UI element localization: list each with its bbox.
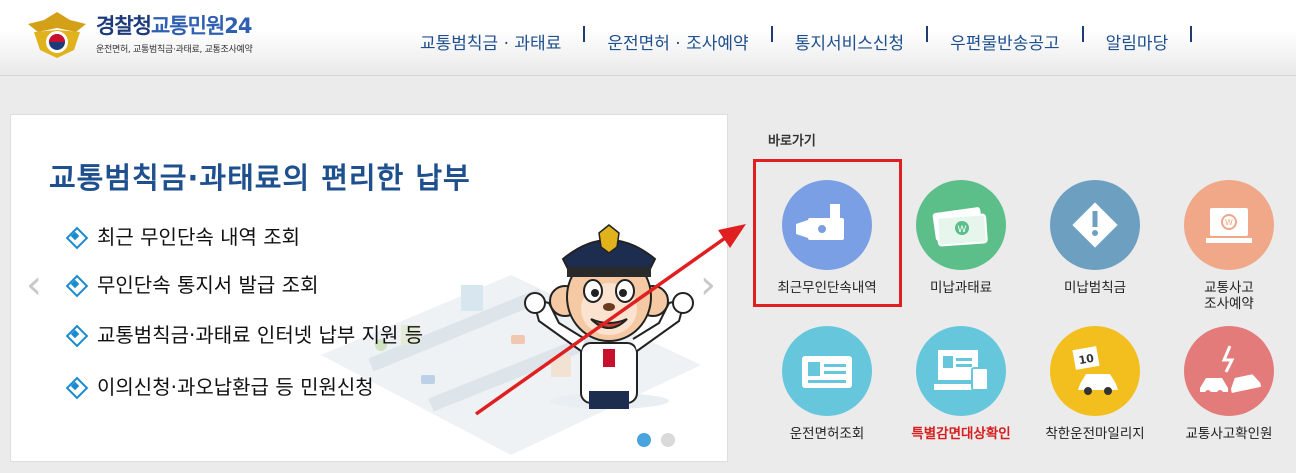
police-mascot-illustration bbox=[524, 224, 694, 409]
crash-icon bbox=[1184, 326, 1274, 416]
banner-bullet: 이의신청·과오납환급 등 민원신청 bbox=[67, 371, 374, 400]
quick-tile-special-reduction[interactable]: 특별감면대상확인 bbox=[902, 312, 1020, 442]
logo-title: 경찰청교통민원24 bbox=[96, 10, 253, 40]
banner-title: 교통범칙금·과태료의 편리한 납부 bbox=[49, 161, 471, 195]
banner-bullet: 교통범칙금·과태료 인터넷 납부 지원 등 bbox=[67, 319, 423, 348]
nav-divider bbox=[1190, 26, 1193, 42]
bullet-text: 무인단속 통지서 발급 조회 bbox=[97, 273, 319, 297]
diamond-bullet-icon bbox=[67, 378, 83, 394]
banner-bullet: 무인단속 통지서 발급 조회 bbox=[67, 269, 318, 298]
quick-tile-label: 운전면허조회 bbox=[789, 426, 865, 442]
diamond-bullet-icon bbox=[67, 228, 83, 244]
quick-tile-unpaid-fine[interactable]: W 미납과태료 bbox=[902, 166, 1020, 296]
quick-tile-label: 교통사고확인원 bbox=[1185, 426, 1273, 442]
site-logo[interactable]: 경찰청교통민원24 운전면허, 교통범칙금·과태료, 교통조사예약 bbox=[24, 6, 324, 62]
quick-tile-label: 착한운전마일리지 bbox=[1045, 426, 1145, 442]
logo-subtitle: 운전면허, 교통범칙금·과태료, 교통조사예약 bbox=[96, 45, 253, 55]
main-nav: 교통범칙금 · 과태료 운전면허 · 조사예약 통지서비스신청 우편물반송공고 … bbox=[410, 22, 1204, 54]
quick-tile-unpaid-penalty[interactable]: 미납범칙금 bbox=[1036, 166, 1154, 296]
license-card-icon bbox=[782, 326, 872, 416]
diamond-bullet-icon bbox=[67, 326, 83, 342]
quick-tile-accident-reservation[interactable]: W 교통사고 조사예약 bbox=[1170, 166, 1288, 312]
svg-text:W: W bbox=[1225, 218, 1233, 227]
logo-title-part1: 경찰청 bbox=[96, 14, 152, 38]
slide-dot[interactable] bbox=[661, 433, 675, 447]
svg-text:W: W bbox=[958, 225, 967, 235]
police-emblem-icon bbox=[28, 12, 86, 58]
banner-bullet: 최근 무인단속 내역 조회 bbox=[67, 221, 300, 250]
nav-divider bbox=[583, 26, 586, 42]
nav-divider bbox=[926, 26, 929, 42]
money-icon: W bbox=[916, 180, 1006, 270]
mileage-car-icon: 10 bbox=[1050, 326, 1140, 416]
nav-item-notification[interactable]: 통지서비스신청 bbox=[785, 29, 914, 54]
nav-item-notice[interactable]: 알림마당 bbox=[1096, 29, 1179, 54]
bullet-text: 최근 무인단속 내역 조회 bbox=[97, 225, 301, 249]
main-banner: 교통범칙금·과태료의 편리한 납부 최근 무인단속 내역 조회 무인단속 통지서… bbox=[10, 114, 728, 462]
svg-text:10: 10 bbox=[1078, 352, 1096, 368]
bullet-text: 이의신청·과오납환급 등 민원신청 bbox=[97, 375, 374, 399]
logo-title-part2: 교통민원24 bbox=[150, 14, 253, 38]
computer-icon: W bbox=[1184, 180, 1274, 270]
quick-tile-label: 특별감면대상확인 bbox=[911, 426, 1011, 442]
nav-item-license[interactable]: 운전면허 · 조사예약 bbox=[597, 29, 758, 54]
site-header: 경찰청교통민원24 운전면허, 교통범칙금·과태료, 교통조사예약 교통범칙금 … bbox=[0, 0, 1296, 76]
prev-slide-button[interactable]: ‹ bbox=[19, 265, 49, 305]
nav-divider bbox=[770, 26, 773, 42]
quick-tile-accident-certificate[interactable]: 교통사고확인원 bbox=[1170, 312, 1288, 442]
quick-tile-good-driving-mileage[interactable]: 10 착한운전마일리지 bbox=[1036, 312, 1154, 442]
diamond-bullet-icon bbox=[67, 276, 83, 292]
warning-icon bbox=[1050, 180, 1140, 270]
nav-divider bbox=[1081, 26, 1084, 42]
quick-tile-label: 미납과태료 bbox=[929, 280, 993, 296]
quick-tile-license-lookup[interactable]: 운전면허조회 bbox=[768, 312, 886, 442]
quick-tile-label: 교통사고 조사예약 bbox=[1204, 280, 1254, 312]
bullet-text: 교통범칙금·과태료 인터넷 납부 지원 등 bbox=[97, 323, 424, 347]
highlight-box bbox=[753, 159, 902, 307]
nav-item-fines[interactable]: 교통범칙금 · 과태료 bbox=[410, 29, 571, 54]
next-slide-button[interactable]: › bbox=[693, 265, 723, 305]
quick-tile-label: 미납범칙금 bbox=[1063, 280, 1127, 296]
monitor-id-icon bbox=[916, 326, 1006, 416]
nav-item-returned-mail[interactable]: 우편물반송공고 bbox=[940, 29, 1069, 54]
quick-links-label: 바로가기 bbox=[768, 134, 816, 149]
slide-pagination bbox=[637, 433, 675, 447]
slide-dot-active[interactable] bbox=[637, 433, 651, 447]
